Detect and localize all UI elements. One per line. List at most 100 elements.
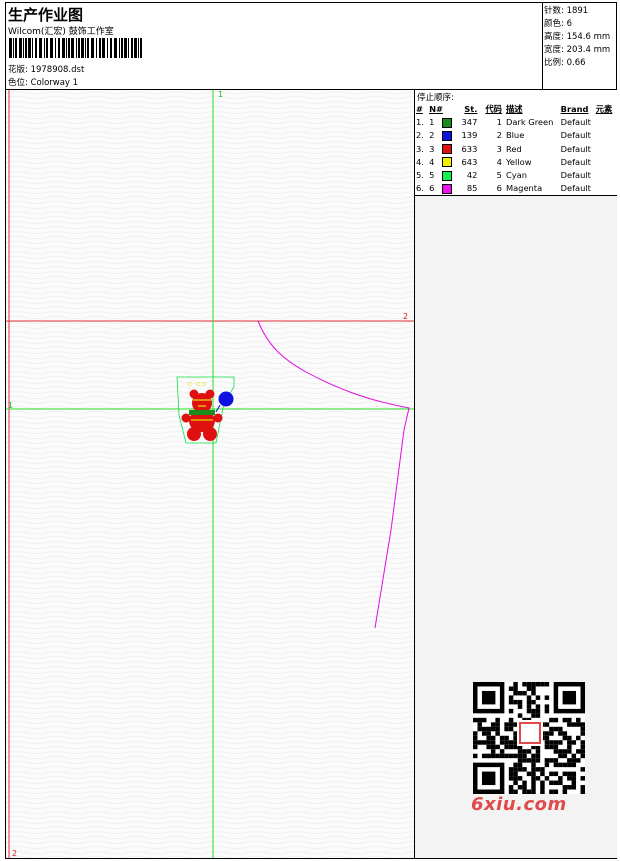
table-row: 3. 3 633 3 Red Default (416, 143, 617, 156)
cell-brand: Default (560, 130, 591, 141)
cell-num: 4. (416, 156, 424, 167)
cell-num: 1. (416, 117, 424, 128)
cell-n-value: 4 (429, 156, 435, 167)
info-panel: 停止顺序: # N# St. 代码 描述 Brand 元素 1. 1 347 1 Dar… (414, 90, 617, 858)
axis-label-x1: 1 (218, 90, 224, 99)
thread-color-swatch (442, 144, 453, 155)
thread-color-swatch (442, 130, 453, 141)
cell-st: 85 (466, 183, 478, 194)
stop-sequence-label: 停止顺序: (417, 93, 454, 103)
cell-desc: Red (505, 143, 522, 154)
cell-elem (596, 143, 617, 156)
table-row: 2. 2 139 2 Blue Default (416, 129, 617, 142)
stitches-value: 1891 (566, 6, 589, 16)
col-num: # (416, 104, 423, 114)
cell-n-value: 6 (429, 183, 435, 194)
cell-code: 1 (496, 117, 502, 128)
fabric-texture (6, 90, 414, 858)
height-value: 154.6 mm (566, 32, 611, 42)
cell-code: 2 (496, 130, 502, 141)
cell-st: 633 (461, 143, 478, 154)
col-brand: Brand (560, 104, 589, 114)
cell-num: 5. (416, 170, 424, 181)
cell-n: 3 (429, 143, 456, 156)
cell-desc: Blue (505, 130, 525, 141)
design-file-label: 花版: (8, 65, 28, 75)
cell-code: 6 (496, 183, 502, 194)
colorway-label: 色位: (8, 78, 28, 88)
yellow-lettering: ⊂ ⊂⊃ (187, 380, 207, 388)
cell-num: 3. (416, 143, 424, 154)
stop-sequence: 停止顺序: # N# St. 代码 描述 Brand 元素 1. 1 347 1 Dar… (415, 90, 617, 196)
bear-foot-right (203, 427, 217, 441)
stop-sequence-table: # N# St. 代码 描述 Brand 元素 1. 1 347 1 Dark Gree… (416, 103, 617, 195)
cell-n-value: 1 (429, 117, 435, 128)
cell-code: 4 (496, 156, 502, 167)
axis-label-y1: 1 (8, 401, 14, 410)
axis-label-x2: 2 (403, 312, 409, 321)
design-file: 1978908.dst (30, 65, 85, 75)
cell-desc: Magenta (505, 183, 543, 194)
watermark-site: 6xiu.com (471, 794, 567, 815)
barcode (9, 38, 142, 58)
stop-rows: 1. 1 347 1 Dark Green Default 2. 2 139 2 Blue Defau… (416, 116, 617, 195)
design-canvas: ⊂ ⊂⊃ (6, 90, 414, 858)
cell-elem (596, 156, 617, 169)
cell-st: 139 (461, 130, 478, 141)
bear-foot-left (187, 427, 201, 441)
thread-color-swatch (442, 170, 453, 181)
width-row: 宽度: 203.4 mm (544, 45, 611, 55)
cell-desc: Cyan (505, 170, 527, 181)
col-elem: 元素 (595, 104, 613, 114)
cell-brand: Default (560, 117, 591, 128)
cell-n-value: 2 (429, 130, 435, 141)
cell-n: 4 (429, 156, 456, 169)
cell-n: 6 (429, 182, 456, 195)
cell-brand: Default (560, 183, 591, 194)
cell-desc: Yellow (505, 156, 532, 167)
cell-n: 2 (429, 129, 456, 142)
height-row: 高度: 154.6 mm (544, 32, 611, 42)
cell-brand: Default (560, 156, 591, 167)
cell-n: 1 (429, 116, 456, 129)
cell-elem (596, 182, 617, 195)
cell-code: 5 (496, 170, 502, 181)
table-row: 1. 1 347 1 Dark Green Default (416, 116, 617, 129)
cell-st: 42 (466, 170, 478, 181)
bear-belt (189, 410, 215, 415)
cell-num: 6. (416, 183, 424, 194)
thread-color-swatch (442, 157, 453, 168)
cell-st: 347 (461, 117, 478, 128)
cell-n: 5 (429, 169, 456, 182)
qr-code (473, 682, 585, 794)
cell-elem (596, 129, 617, 142)
table-row: 4. 4 643 4 Yellow Default (416, 156, 617, 169)
studio-name: Wilcom(汇宏) 鼓饰工作室 (8, 27, 114, 37)
blue-balloon (218, 391, 234, 407)
colors-row: 颜色: 6 (544, 19, 572, 29)
cell-brand: Default (560, 143, 591, 154)
design-file-row: 花版: 1978908.dst (8, 63, 84, 75)
colorway: Colorway 1 (30, 78, 79, 88)
header: 生产作业图 Wilcom(汇宏) 鼓饰工作室 花版: 1978908.dst 色… (6, 3, 616, 90)
cell-code: 3 (496, 143, 502, 154)
axis-label-y2: 2 (12, 849, 18, 858)
thread-color-swatch (442, 117, 453, 128)
design-stats: 针数: 1891 颜色: 6 高度: 154.6 mm 宽度: 203.4 mm… (542, 3, 617, 89)
thread-color-swatch (442, 183, 453, 194)
col-n: N# (429, 104, 443, 114)
stitches-row: 针数: 1891 (544, 6, 589, 16)
cell-n-value: 3 (429, 143, 435, 154)
cell-brand: Default (560, 170, 591, 181)
cell-elem (596, 169, 617, 182)
table-header: # N# St. 代码 描述 Brand 元素 (416, 103, 617, 116)
page-title: 生产作业图 (8, 6, 84, 24)
cell-desc: Dark Green (505, 117, 554, 128)
cell-n-value: 5 (429, 170, 435, 181)
cell-elem (596, 116, 617, 129)
table-row: 6. 6 85 6 Magenta Default (416, 182, 617, 195)
col-st: St. (464, 104, 478, 114)
colorway-row: 色位: Colorway 1 (8, 76, 78, 88)
cell-num: 2. (416, 130, 424, 141)
scale-row: 比例: 0.66 (544, 58, 586, 68)
